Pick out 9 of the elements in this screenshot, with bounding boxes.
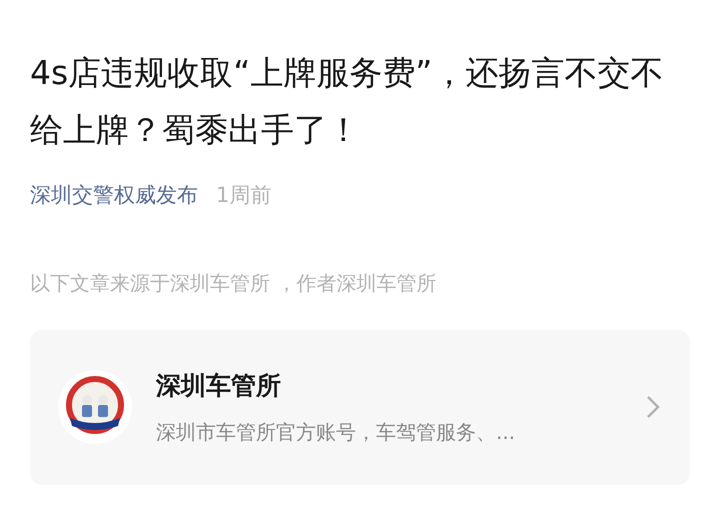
account-name: 深圳车管所: [156, 370, 282, 402]
chevron-right-icon: [646, 395, 660, 419]
author-link[interactable]: 深圳交警权威发布: [30, 180, 198, 212]
publish-time: 1周前: [216, 182, 272, 209]
source-note: 以下文章来源于深圳车管所 ，作者深圳车管所: [30, 270, 438, 296]
account-card[interactable]: 深圳车管所 深圳市车管所官方账号，车驾管服务、...: [30, 330, 690, 484]
account-description: 深圳市车管所官方账号，车驾管服务、...: [156, 418, 516, 446]
article-title: 4s店违规收取“上牌服务费”，还扬言不交不给上牌？蜀黍出手了！: [30, 52, 664, 151]
avatar-icon: [58, 370, 132, 444]
